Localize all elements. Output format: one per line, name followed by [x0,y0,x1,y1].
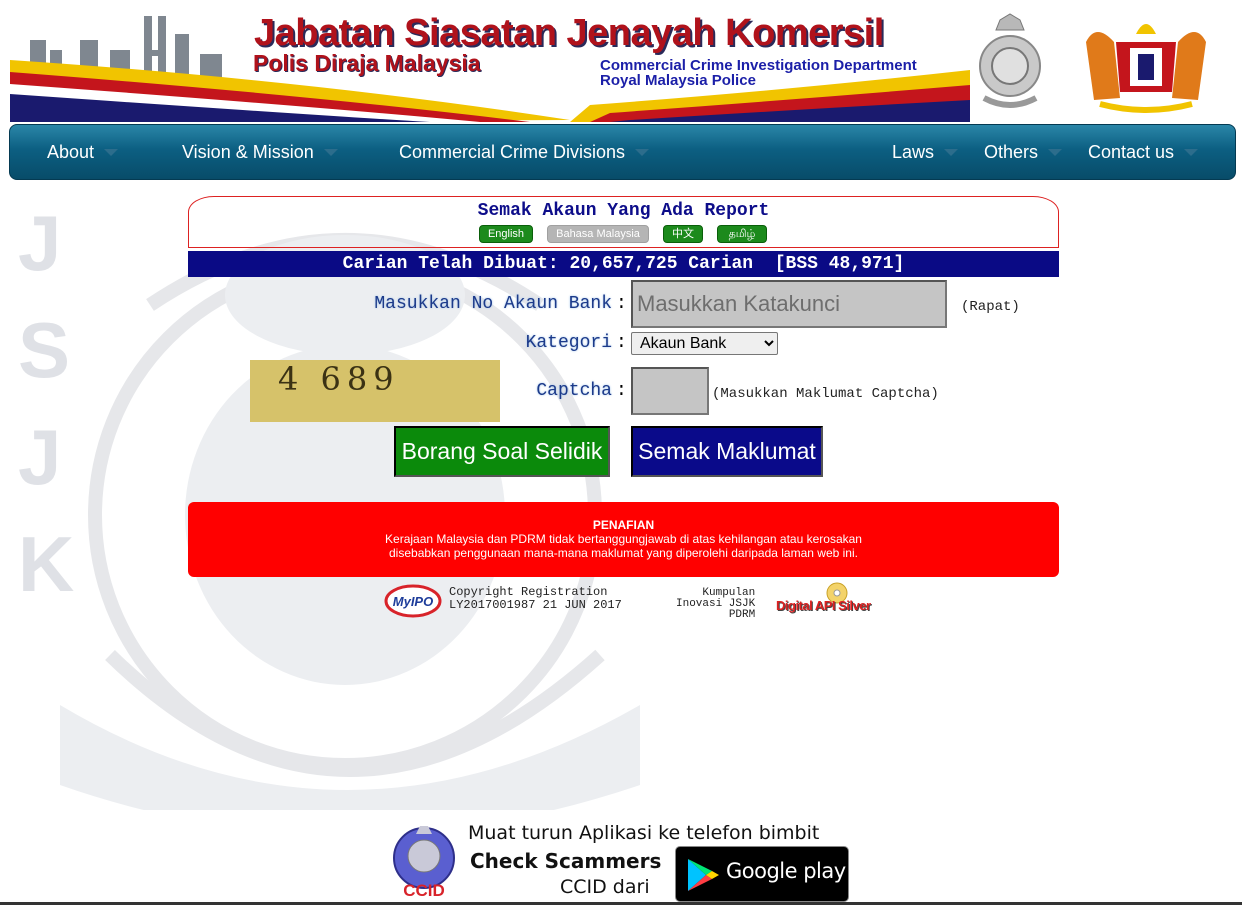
disclaimer-line: disebabkan penggunaan mana-mana maklumat… [389,546,858,560]
banner-english-line2: Royal Malaysia Police [600,72,756,89]
disclaimer-line: Kerajaan Malaysia dan PDRM tidak bertang… [385,532,862,546]
pdrm-crest-watermark [60,233,640,810]
side-letters-watermark: J S J K [18,190,74,618]
caret-down-icon [1184,148,1199,156]
nav-item-label: About [47,142,95,162]
ccid-badge-text: CCID [403,881,445,900]
side-letter: J [18,413,62,501]
side-letter: J [18,199,62,287]
account-label: Masukkan No Akaun Bank [374,294,612,314]
pdrm-crest-logo [979,13,1041,108]
captcha-image: 4 689 [250,360,500,422]
caret-down-icon [1048,148,1063,156]
captcha-code: 4 689 [278,360,400,398]
promo-download-text: Muat turun Aplikasi ke telefon bimbit [468,822,820,844]
disclaimer-heading: PENAFIAN [592,518,655,532]
nav-item-about[interactable]: About [47,125,119,181]
myipo-logo-text: MyIPO [393,594,433,609]
ccid-badge-logo: CCID [393,826,455,900]
disclaimer-box: PENAFIAN Kerajaan Malaysia dan PDRM tida… [188,502,1059,577]
nav-item-label: Laws [892,142,935,162]
language-switcher: English Bahasa Malaysia 中文 தமிழ் [479,225,779,243]
banner-title: Jabatan Siasatan Jenayah Komersil [254,12,884,54]
colon: : [616,333,627,353]
category-label: Kategori [525,333,612,353]
survey-form-button[interactable]: Borang Soal Selidik [394,426,610,477]
colon: : [616,381,627,401]
nav-item-commercial-crime-divisions[interactable]: Commercial Crime Divisions [399,125,650,181]
lang-english-button[interactable]: English [479,225,533,243]
side-letter: K [18,520,75,608]
google-play-label: Google play [726,859,846,883]
banner-subtitle: Polis Diraja Malaysia [253,50,481,76]
google-play-icon [688,859,719,891]
search-panel-title: Semak Akaun Yang Ada Report [477,201,770,221]
nav-item-laws[interactable]: Laws [892,125,959,181]
copyright-line: Copyright Registration [449,585,608,599]
kumpulan-line: PDRM [728,609,756,621]
account-number-input[interactable] [631,280,947,328]
caret-down-icon [323,148,338,156]
app-download-promo: CCID Muat turun Aplikasi ke telefon bimb… [390,822,852,905]
captcha-input[interactable] [631,367,709,415]
colon: : [616,294,627,314]
lang-tamil-button[interactable]: தமிழ் [717,225,767,243]
main-nav: About Vision & Mission Commercial Crime … [9,124,1236,180]
nav-item-label: Others [984,142,1039,162]
side-letter: S [18,306,71,394]
nav-item-others[interactable]: Others [984,125,1063,181]
malaysia-coat-of-arms [1086,24,1206,113]
copyright-registration: Copyright Registration LY2017001987 21 J… [449,586,622,612]
digital-api-silver-logo: Digital API Silver [776,598,871,613]
caret-down-icon [944,148,959,156]
nav-item-contact-us[interactable]: Contact us [1088,125,1199,181]
promo-app-name: Check Scammers [470,849,662,873]
copyright-line: LY2017001987 21 JUN 2017 [449,598,622,612]
captcha-hint: (Masukkan Maklumat Captcha) [712,386,939,402]
lang-bahasa-malaysia-button[interactable]: Bahasa Malaysia [547,225,649,243]
myipo-logo: MyIPO [384,584,442,618]
search-counter: Carian Telah Dibuat: 20,657,725 Carian [… [188,251,1059,277]
google-play-button[interactable]: Google play [675,846,849,902]
promo-from-text: CCID dari [560,876,650,898]
category-select[interactable]: Akaun Bank [631,332,778,355]
site-banner: Jabatan Siasatan Jenayah Komersil Polis … [10,10,1232,122]
nav-item-vision-mission[interactable]: Vision & Mission [182,125,338,181]
check-info-button[interactable]: Semak Maklumat [631,426,823,477]
kumpulan-inovasi-text: Kumpulan Inovasi JSJK PDRM [676,588,755,621]
nav-item-label: Vision & Mission [182,142,314,162]
caret-down-icon [635,148,650,156]
nav-item-label: Contact us [1088,142,1175,162]
caret-down-icon [104,148,119,156]
lang-chinese-button[interactable]: 中文 [663,225,703,243]
search-panel-header: Semak Akaun Yang Ada Report English Baha… [188,196,1059,248]
captcha-label: Captcha [536,381,612,401]
nav-item-label: Commercial Crime Divisions [399,142,626,162]
account-hint: (Rapat) [961,299,1020,315]
